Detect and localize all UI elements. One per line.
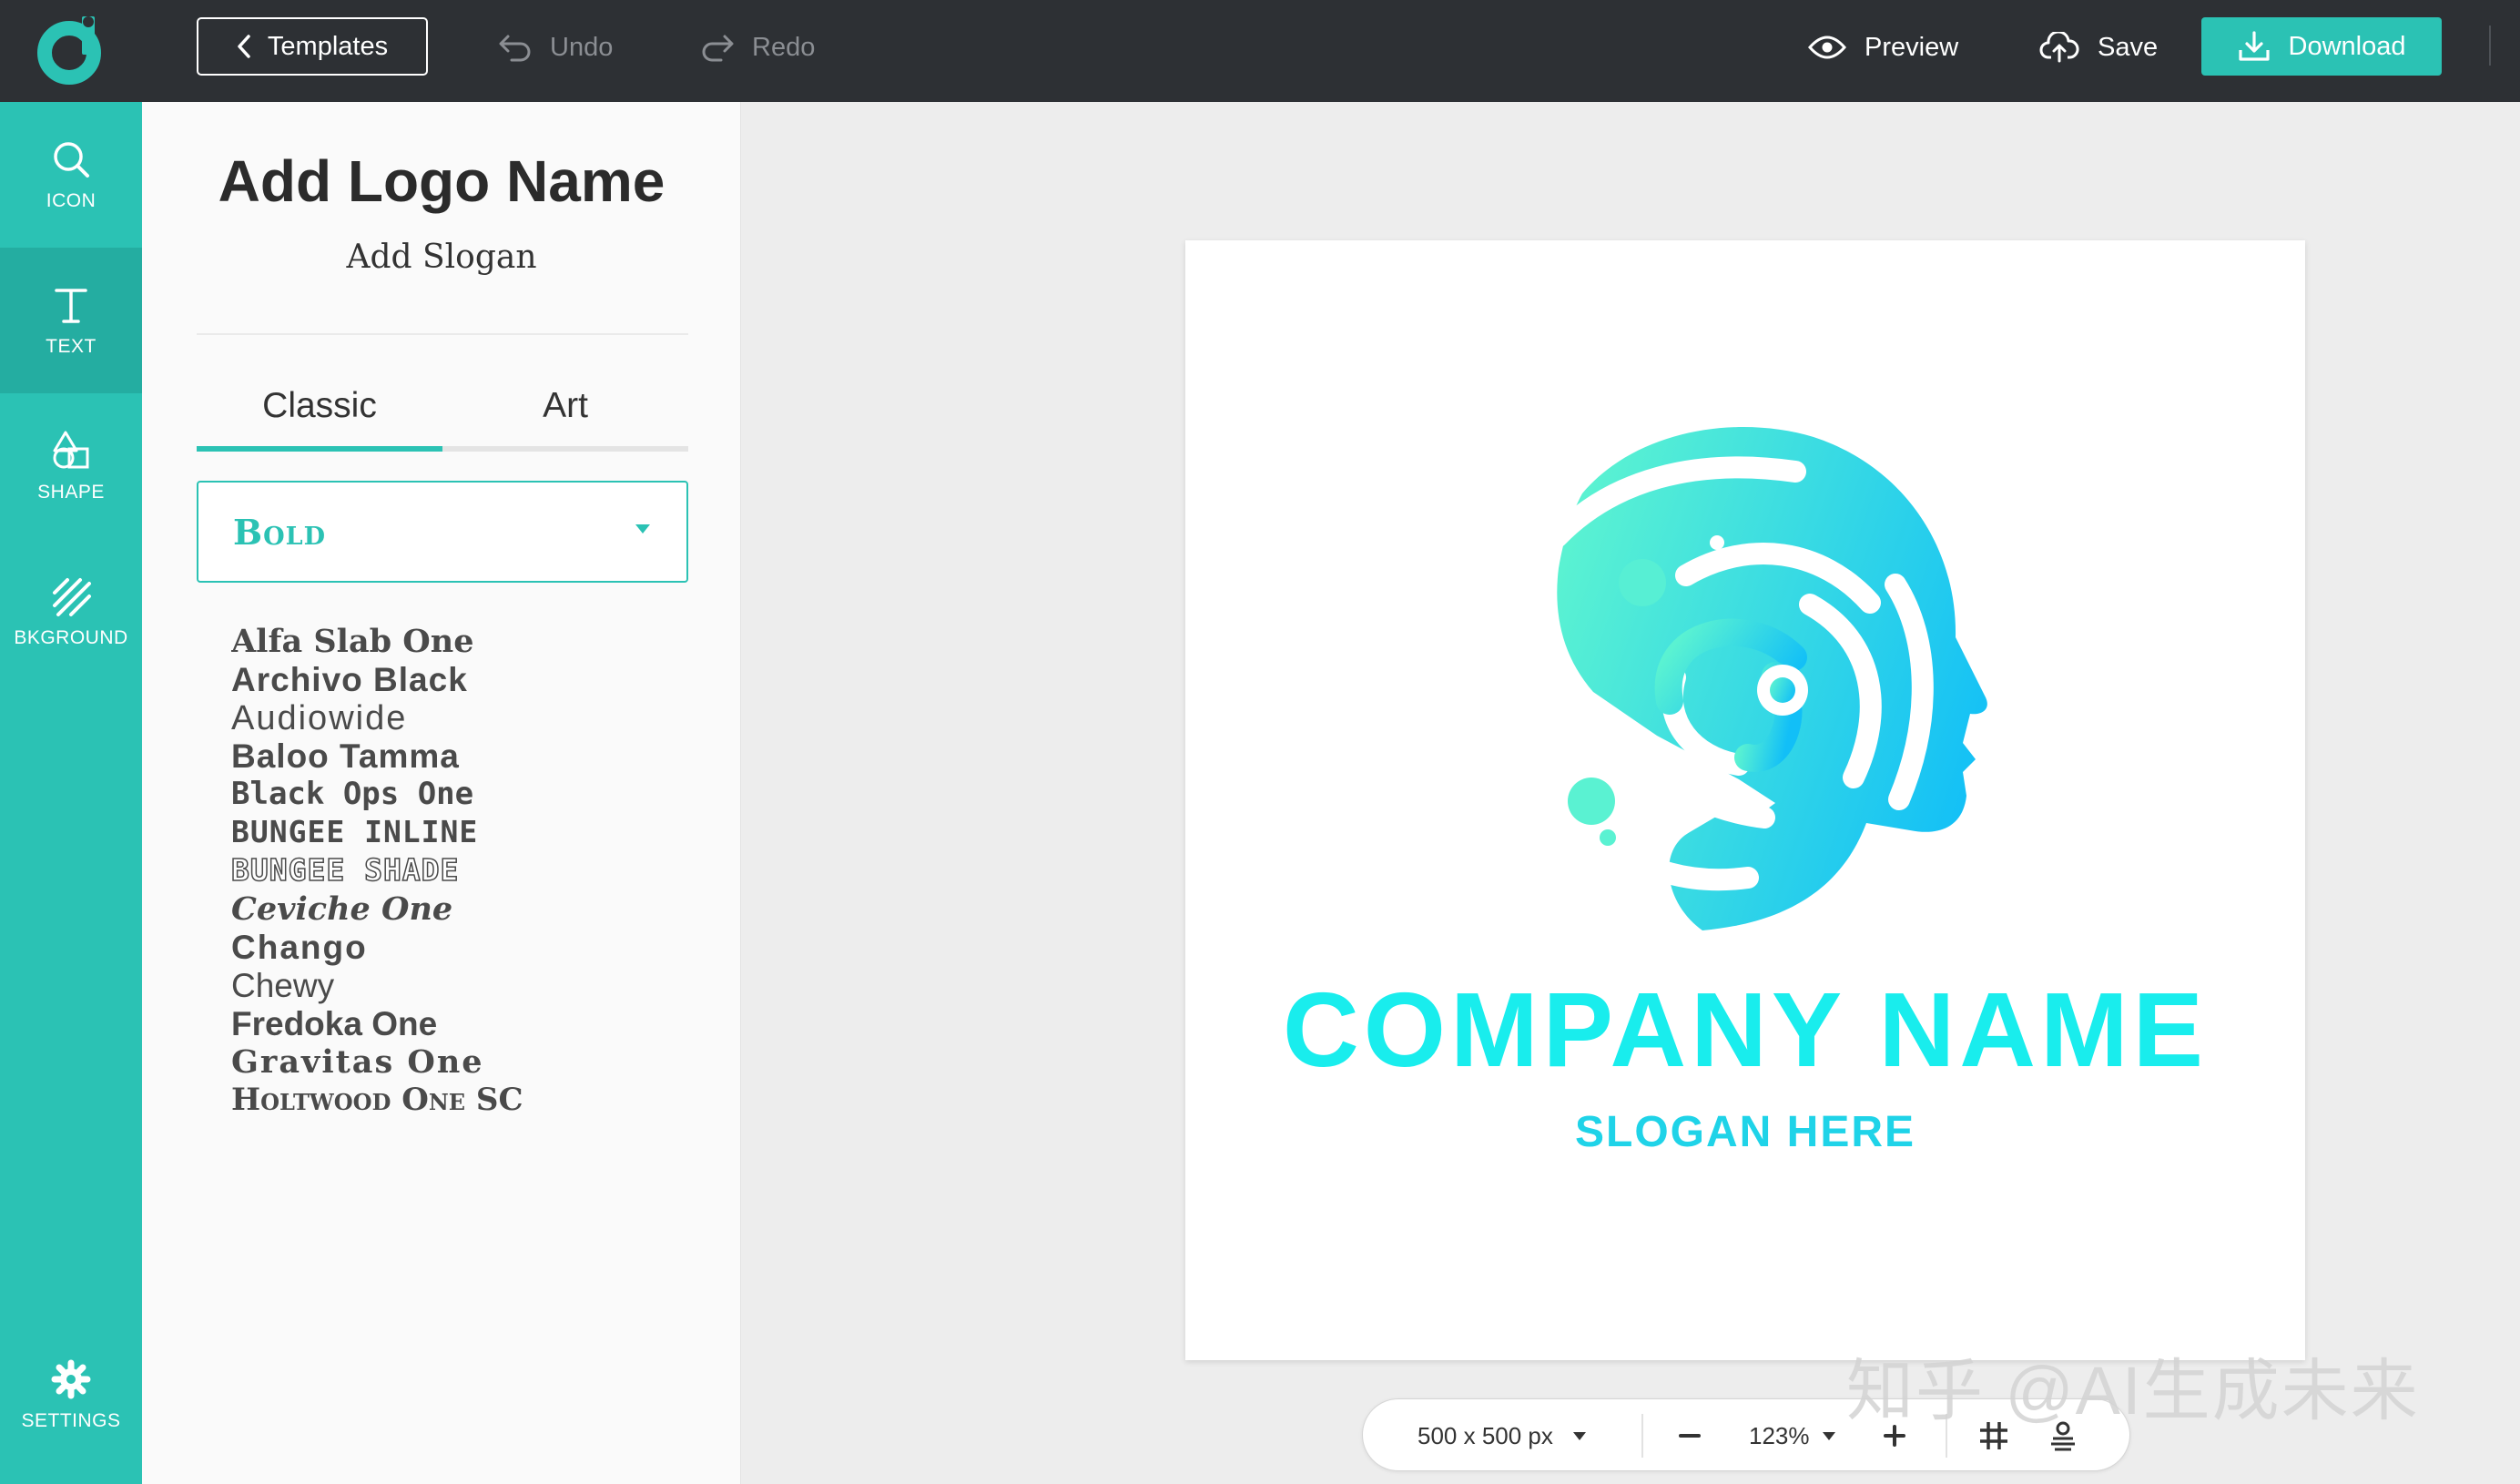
font-option-bungee-inline[interactable]: BUNGEE INLINE [231,814,478,849]
caret-down-icon [1822,1431,1835,1440]
tab-active-indicator [197,446,442,452]
undo-icon [499,35,531,62]
sidebar-item-label: SHAPE [37,482,105,503]
font-option-ceviche-one[interactable]: Ceviche One [231,890,452,928]
logo-name-field[interactable]: Add Logo Name [142,147,741,215]
canvas-size-value: 500 x 500 px [1418,1421,1553,1449]
font-option-black-ops-one[interactable]: Black Ops One [231,776,473,812]
sidebar-item-label: ICON [46,190,97,211]
company-name-text[interactable]: COMPANY NAME [1185,969,2305,1091]
zoom-select[interactable]: 123% [1749,1399,1835,1472]
shapes-icon [53,431,89,469]
download-label: Download [2288,31,2406,61]
ai-head-logo-icon[interactable] [1475,402,2039,958]
font-list[interactable]: Alfa Slab One Archivo Black Audiowide Ba… [231,612,705,1484]
zoom-out-button[interactable] [1678,1399,1702,1472]
sidebar-item-label: TEXT [46,336,97,357]
font-option-alfa-slab-one[interactable]: Alfa Slab One [231,623,473,660]
top-bar: Templates Undo Redo Preview Save Downloa… [0,0,2520,102]
caret-down-icon [635,524,650,534]
sidebar-item-text[interactable]: TEXT [0,248,142,393]
chevron-left-icon [238,35,250,58]
redo-label: Redo [752,32,816,62]
caret-down-icon [1572,1431,1586,1440]
sidebar-item-settings[interactable]: SETTINGS [0,1322,142,1468]
text-panel: Add Logo Name Add Slogan Classic Art Bol… [142,102,741,1484]
font-option-fredoka-one[interactable]: Fredoka One [231,1005,437,1043]
background-stripes-icon [53,578,91,616]
templates-label: Templates [267,31,389,61]
preview-button[interactable]: Preview [1808,24,1958,71]
minus-icon [1679,1434,1701,1438]
toolbar-separator [1641,1414,1643,1458]
cloud-upload-icon [2039,32,2079,63]
font-category-value: Bold [233,512,327,553]
save-button[interactable]: Save [2039,24,2158,71]
watermark-text: 知乎 @AI生成未来 [1846,1353,2420,1428]
sidebar-item-shape[interactable]: SHAPE [0,393,142,539]
undo-button[interactable]: Undo [497,24,613,71]
tab-classic[interactable]: Classic [197,386,442,426]
sidebar-item-icon[interactable]: ICON [0,102,142,248]
font-option-chango[interactable]: Chango [231,929,368,967]
sidebar-settings-label: SETTINGS [21,1410,121,1431]
font-option-audiowide[interactable]: Audiowide [231,699,407,738]
eye-icon [1808,36,1846,59]
download-icon [2238,31,2270,61]
redo-button[interactable]: Redo [699,24,815,71]
left-sidebar: ICON TEXT SHAPE BKGROUND SETTINGS [0,102,142,1484]
font-option-chewy[interactable]: Chewy [231,967,334,1005]
toolbar-divider [2489,25,2491,66]
company-slogan-text[interactable]: SLOGAN HERE [1185,1107,2305,1157]
redo-icon [702,35,734,62]
font-category-select[interactable]: Bold [197,481,688,583]
text-icon [55,289,87,323]
font-option-archivo-black[interactable]: Archivo Black [231,661,468,699]
templates-button[interactable]: Templates [197,17,428,76]
logo-canvas[interactable]: COMPANY NAME SLOGAN HERE [1185,240,2305,1360]
search-icon [54,142,89,178]
save-label: Save [2098,32,2159,62]
canvas-size-select[interactable]: 500 x 500 px [1418,1399,1586,1472]
font-option-bungee-shade[interactable]: BUNGEE SHADE [231,851,459,889]
app-logo-icon[interactable] [35,13,107,86]
tab-art[interactable]: Art [442,386,688,426]
font-option-holtwood-one-sc[interactable]: Holtwood One SC [231,1082,523,1118]
zoom-value: 123% [1749,1421,1810,1449]
font-option-baloo-tamma[interactable]: Baloo Tamma [231,737,460,776]
slogan-field[interactable]: Add Slogan [142,239,741,276]
preview-label: Preview [1865,32,1959,62]
panel-divider [197,333,688,335]
font-option-gravitas-one[interactable]: Gravitas One [231,1043,484,1081]
sidebar-item-background[interactable]: BKGROUND [0,539,142,685]
undo-label: Undo [550,32,614,62]
gear-icon [51,1359,91,1399]
sidebar-item-label: BKGROUND [14,627,128,648]
download-button[interactable]: Download [2201,17,2442,76]
